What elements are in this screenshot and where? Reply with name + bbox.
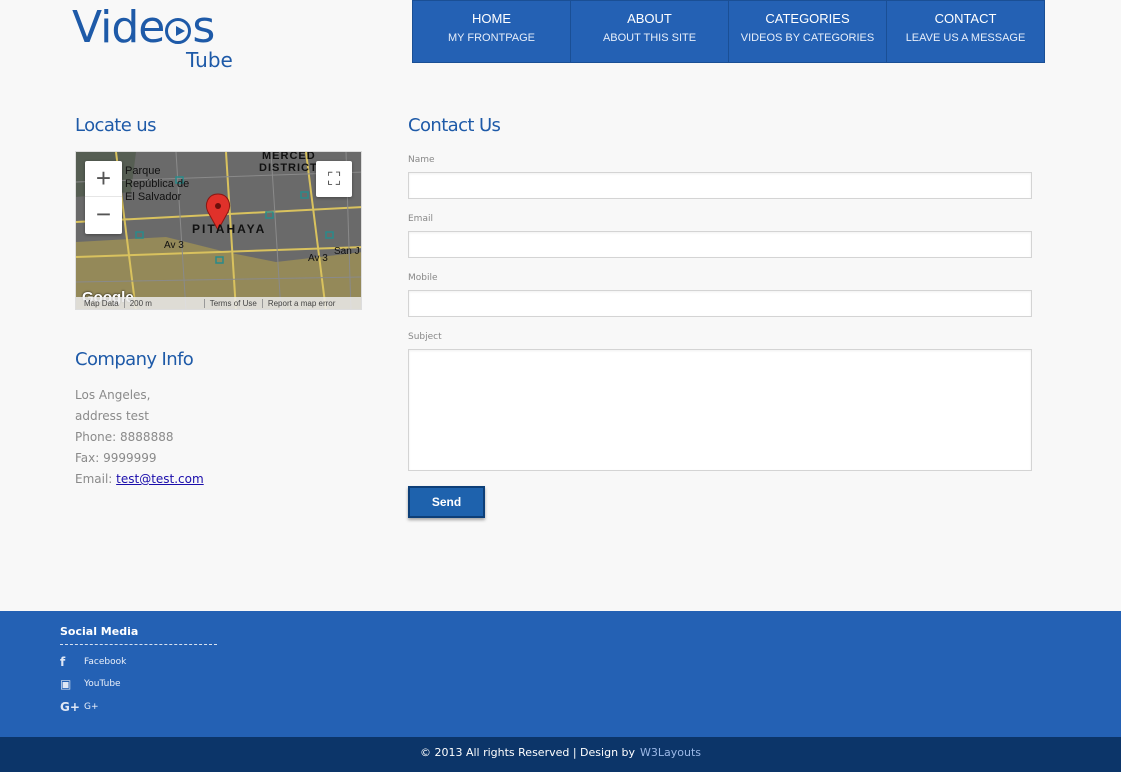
play-icon: [165, 18, 192, 44]
fax-line: Fax: 9999999: [75, 451, 157, 465]
phone-line: Phone: 8888888: [75, 430, 174, 444]
zoom-controls: + −: [85, 161, 122, 234]
email-link[interactable]: test@test.com: [116, 472, 204, 486]
report-map-error-link[interactable]: Report a map error: [263, 299, 341, 308]
map-label: Av 3: [308, 253, 328, 264]
map-label: San J: [334, 246, 360, 257]
subject-label: Subject: [408, 332, 442, 342]
address-line: Los Angeles,: [75, 388, 151, 402]
nav-item-home[interactable]: HOME MY FRONTPAGE: [413, 1, 571, 62]
map-data-link[interactable]: Map Data: [76, 298, 125, 308]
map-label: El Salvador: [125, 191, 182, 203]
address-line: address test: [75, 409, 150, 423]
facebook-icon: f: [60, 655, 66, 669]
nav-subtitle: VIDEOS BY CATEGORIES: [740, 32, 875, 44]
social-label: YouTube: [84, 679, 121, 689]
youtube-icon: ▣: [60, 677, 72, 691]
email-label: Email: [408, 214, 433, 224]
google-plus-icon: G+: [60, 700, 80, 714]
mobile-field[interactable]: [408, 290, 1032, 317]
nav-title: HOME: [472, 11, 511, 26]
map-scale: 200 m: [125, 298, 205, 308]
send-button[interactable]: Send: [408, 486, 485, 518]
youtube-link[interactable]: ▣ YouTube: [60, 677, 121, 691]
contact-heading: Contact Us: [408, 115, 501, 136]
company-info-heading: Company Info: [75, 349, 194, 370]
map-label: Av 3: [164, 240, 184, 251]
social-label: G+: [84, 702, 99, 712]
nav-title: CONTACT: [934, 11, 997, 26]
logo-subtitle: Tube: [186, 48, 233, 72]
nav-title: CATEGORIES: [765, 11, 850, 26]
map-widget[interactable]: MERCED DISTRICT Parque República de El S…: [75, 151, 362, 310]
email-field[interactable]: [408, 231, 1032, 258]
copyright-text: © 2013 All rights Reserved | Design by: [419, 746, 636, 759]
nav-title: ABOUT: [627, 11, 672, 26]
social-media-heading: Social Media: [60, 625, 217, 645]
map-footer: Map Data 200 m Terms of Use Report a map…: [76, 297, 361, 309]
footer: Social Media f Facebook ▣ YouTube G+ G+: [0, 611, 1121, 737]
company-info: Los Angeles, address test Phone: 8888888…: [75, 385, 204, 490]
nav-subtitle: LEAVE US A MESSAGE: [905, 32, 1026, 44]
logo-wordmark: Vide s: [72, 2, 215, 53]
email-line: Email: test@test.com: [75, 472, 204, 486]
locate-heading: Locate us: [75, 115, 157, 136]
name-field[interactable]: [408, 172, 1032, 199]
nav-subtitle: ABOUT THIS SITE: [602, 32, 697, 44]
main-nav: HOME MY FRONTPAGE ABOUT ABOUT THIS SITE …: [412, 0, 1045, 63]
map-label: República de: [125, 178, 190, 190]
map-label: Parque: [125, 165, 161, 177]
terms-of-use-link[interactable]: Terms of Use: [205, 298, 263, 308]
map-label: PITAHAYA: [192, 222, 267, 236]
map-label: DISTRICT: [259, 162, 318, 174]
google-plus-link[interactable]: G+ G+: [60, 700, 99, 714]
nav-item-about[interactable]: ABOUT ABOUT THIS SITE: [571, 1, 729, 62]
name-label: Name: [408, 155, 435, 165]
zoom-out-button[interactable]: −: [85, 197, 122, 233]
mobile-label: Mobile: [408, 273, 438, 283]
zoom-in-button[interactable]: +: [85, 161, 122, 197]
nav-subtitle: MY FRONTPAGE: [448, 32, 535, 44]
facebook-link[interactable]: f Facebook: [60, 655, 126, 669]
designer-link[interactable]: W3Layouts: [640, 746, 701, 759]
fullscreen-button[interactable]: ⛶: [316, 161, 352, 197]
subject-field[interactable]: [408, 349, 1032, 471]
map-label: MERCED: [262, 151, 316, 162]
nav-item-contact[interactable]: CONTACT LEAVE US A MESSAGE: [887, 1, 1044, 62]
site-logo[interactable]: Vide s Tube: [72, 2, 242, 73]
nav-item-categories[interactable]: CATEGORIES VIDEOS BY CATEGORIES: [729, 1, 887, 62]
copyright-bar: © 2013 All rights Reserved | Design by W3…: [0, 737, 1121, 772]
social-label: Facebook: [84, 657, 127, 667]
